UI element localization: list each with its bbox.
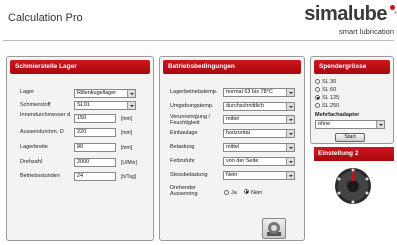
field-label: Lager xyxy=(20,89,35,95)
size-label: SL 60 xyxy=(322,87,337,93)
panel-header: Spendergrösse xyxy=(314,60,390,74)
fettzufuhr-select[interactable]: von der Seite xyxy=(223,157,295,166)
radio-sl125[interactable] xyxy=(315,95,320,100)
dropdown-arrow-icon xyxy=(127,102,135,109)
radio-sl250[interactable] xyxy=(315,103,320,108)
adapter-label: Mehrfachadapter xyxy=(315,112,360,118)
radio-label: Ja xyxy=(231,190,237,196)
lagerbreite-input[interactable]: 80 xyxy=(74,143,116,152)
stossbelastung-select[interactable]: Nein xyxy=(223,171,295,180)
app-title: Calculation Pro xyxy=(8,12,83,24)
field-label: Aussendurchm. D xyxy=(20,129,64,135)
size-label: SL 30 xyxy=(322,79,337,85)
einstellung-header: Einstellung 2 xyxy=(314,147,394,161)
betriebsstunden-input[interactable]: 24 xyxy=(74,172,116,181)
dropdown-arrow-icon xyxy=(286,103,294,110)
select-value: Rillenkugellager xyxy=(77,90,117,96)
mehrfachadapter-select[interactable]: ohne xyxy=(315,120,385,129)
dial-setting-icon xyxy=(335,168,371,204)
select-value: horizontal xyxy=(226,130,250,136)
unit-label: [mm] xyxy=(121,130,133,136)
umgebungstemp-select[interactable]: durchschnittlich xyxy=(223,102,295,111)
innendurchmesser-input[interactable]: 150 xyxy=(74,114,116,123)
field-label: Lagerbetriebstemp. xyxy=(170,89,218,95)
dropdown-arrow-icon xyxy=(286,144,294,151)
dropdown-arrow-icon xyxy=(376,121,384,128)
bearing-icon-button[interactable] xyxy=(262,218,286,239)
radio-sl60[interactable] xyxy=(315,87,320,92)
radio-nein[interactable] xyxy=(244,189,249,194)
unit-label: [h/Tag] xyxy=(121,174,137,180)
field-label: Stossbelastung xyxy=(170,172,208,178)
schmierstoff-select[interactable]: SL01 xyxy=(74,101,136,110)
unit-label: [U/Min] xyxy=(121,160,137,166)
field-label: Belastung xyxy=(170,144,195,150)
field-label: Innendurchmesser d xyxy=(20,112,71,118)
lagerbetriebstemp-select[interactable]: normal 63 bis 78°C xyxy=(223,88,295,97)
dropdown-arrow-icon xyxy=(286,172,294,179)
select-value: SL01 xyxy=(77,102,90,108)
radio-ja[interactable] xyxy=(224,190,229,195)
belastung-select[interactable]: mittel xyxy=(223,143,295,152)
select-value: mittel xyxy=(226,116,240,122)
select-value: mittel xyxy=(226,144,240,150)
dropdown-arrow-icon xyxy=(127,90,135,97)
field-label: Betriebsstunden xyxy=(20,173,60,179)
dropdown-arrow-icon xyxy=(286,116,294,123)
select-value: durchschnittlich xyxy=(226,103,264,109)
dropdown-arrow-icon xyxy=(286,158,294,165)
size-label: SL 250 xyxy=(322,103,340,109)
aussendurchmesser-input[interactable]: 220 xyxy=(74,128,116,137)
drehender-aussenring-label: Drehender Aussenring xyxy=(170,185,198,197)
select-value: ohne xyxy=(318,121,331,127)
header-divider xyxy=(3,40,394,41)
select-value: normal 63 bis 78°C xyxy=(226,89,273,95)
logo-wordmark: simalube xyxy=(304,3,387,25)
lager-select[interactable]: Rillenkugellager xyxy=(74,89,136,98)
field-label: Drehzahl xyxy=(20,159,43,165)
verunreinigung-select[interactable]: mittel xyxy=(223,115,295,124)
select-value: Nein xyxy=(226,172,238,178)
field-label: Lagerbreite xyxy=(20,144,48,150)
panel-header: Schmierstelle Lager xyxy=(10,60,150,74)
field-label: Verunreinigung / Feuchtigkeit xyxy=(170,114,211,126)
dropdown-arrow-icon xyxy=(286,89,294,96)
field-label: Fettzufuhr xyxy=(170,158,195,164)
unit-label: [mm] xyxy=(121,116,133,122)
size-label: SL 125 xyxy=(322,95,340,101)
drehzahl-input[interactable]: 2000 xyxy=(74,158,116,167)
einbaulage-select[interactable]: horizontal xyxy=(223,129,295,138)
field-label: Schmierstoff xyxy=(20,102,51,108)
unit-label: [mm] xyxy=(121,145,133,151)
field-label: Umgebungstemp. xyxy=(170,103,214,109)
select-value: von der Seite xyxy=(226,158,259,164)
bearing-icon xyxy=(267,222,281,236)
radio-label: Nein xyxy=(251,190,263,196)
start-button[interactable]: Start xyxy=(335,133,365,142)
panel-header: Betriebsbedingungen xyxy=(163,60,301,74)
field-label: Einbaulage xyxy=(170,130,198,136)
logo-tagline: smart lubrication xyxy=(338,27,394,36)
dropdown-arrow-icon xyxy=(286,130,294,137)
radio-sl30[interactable] xyxy=(315,79,320,84)
